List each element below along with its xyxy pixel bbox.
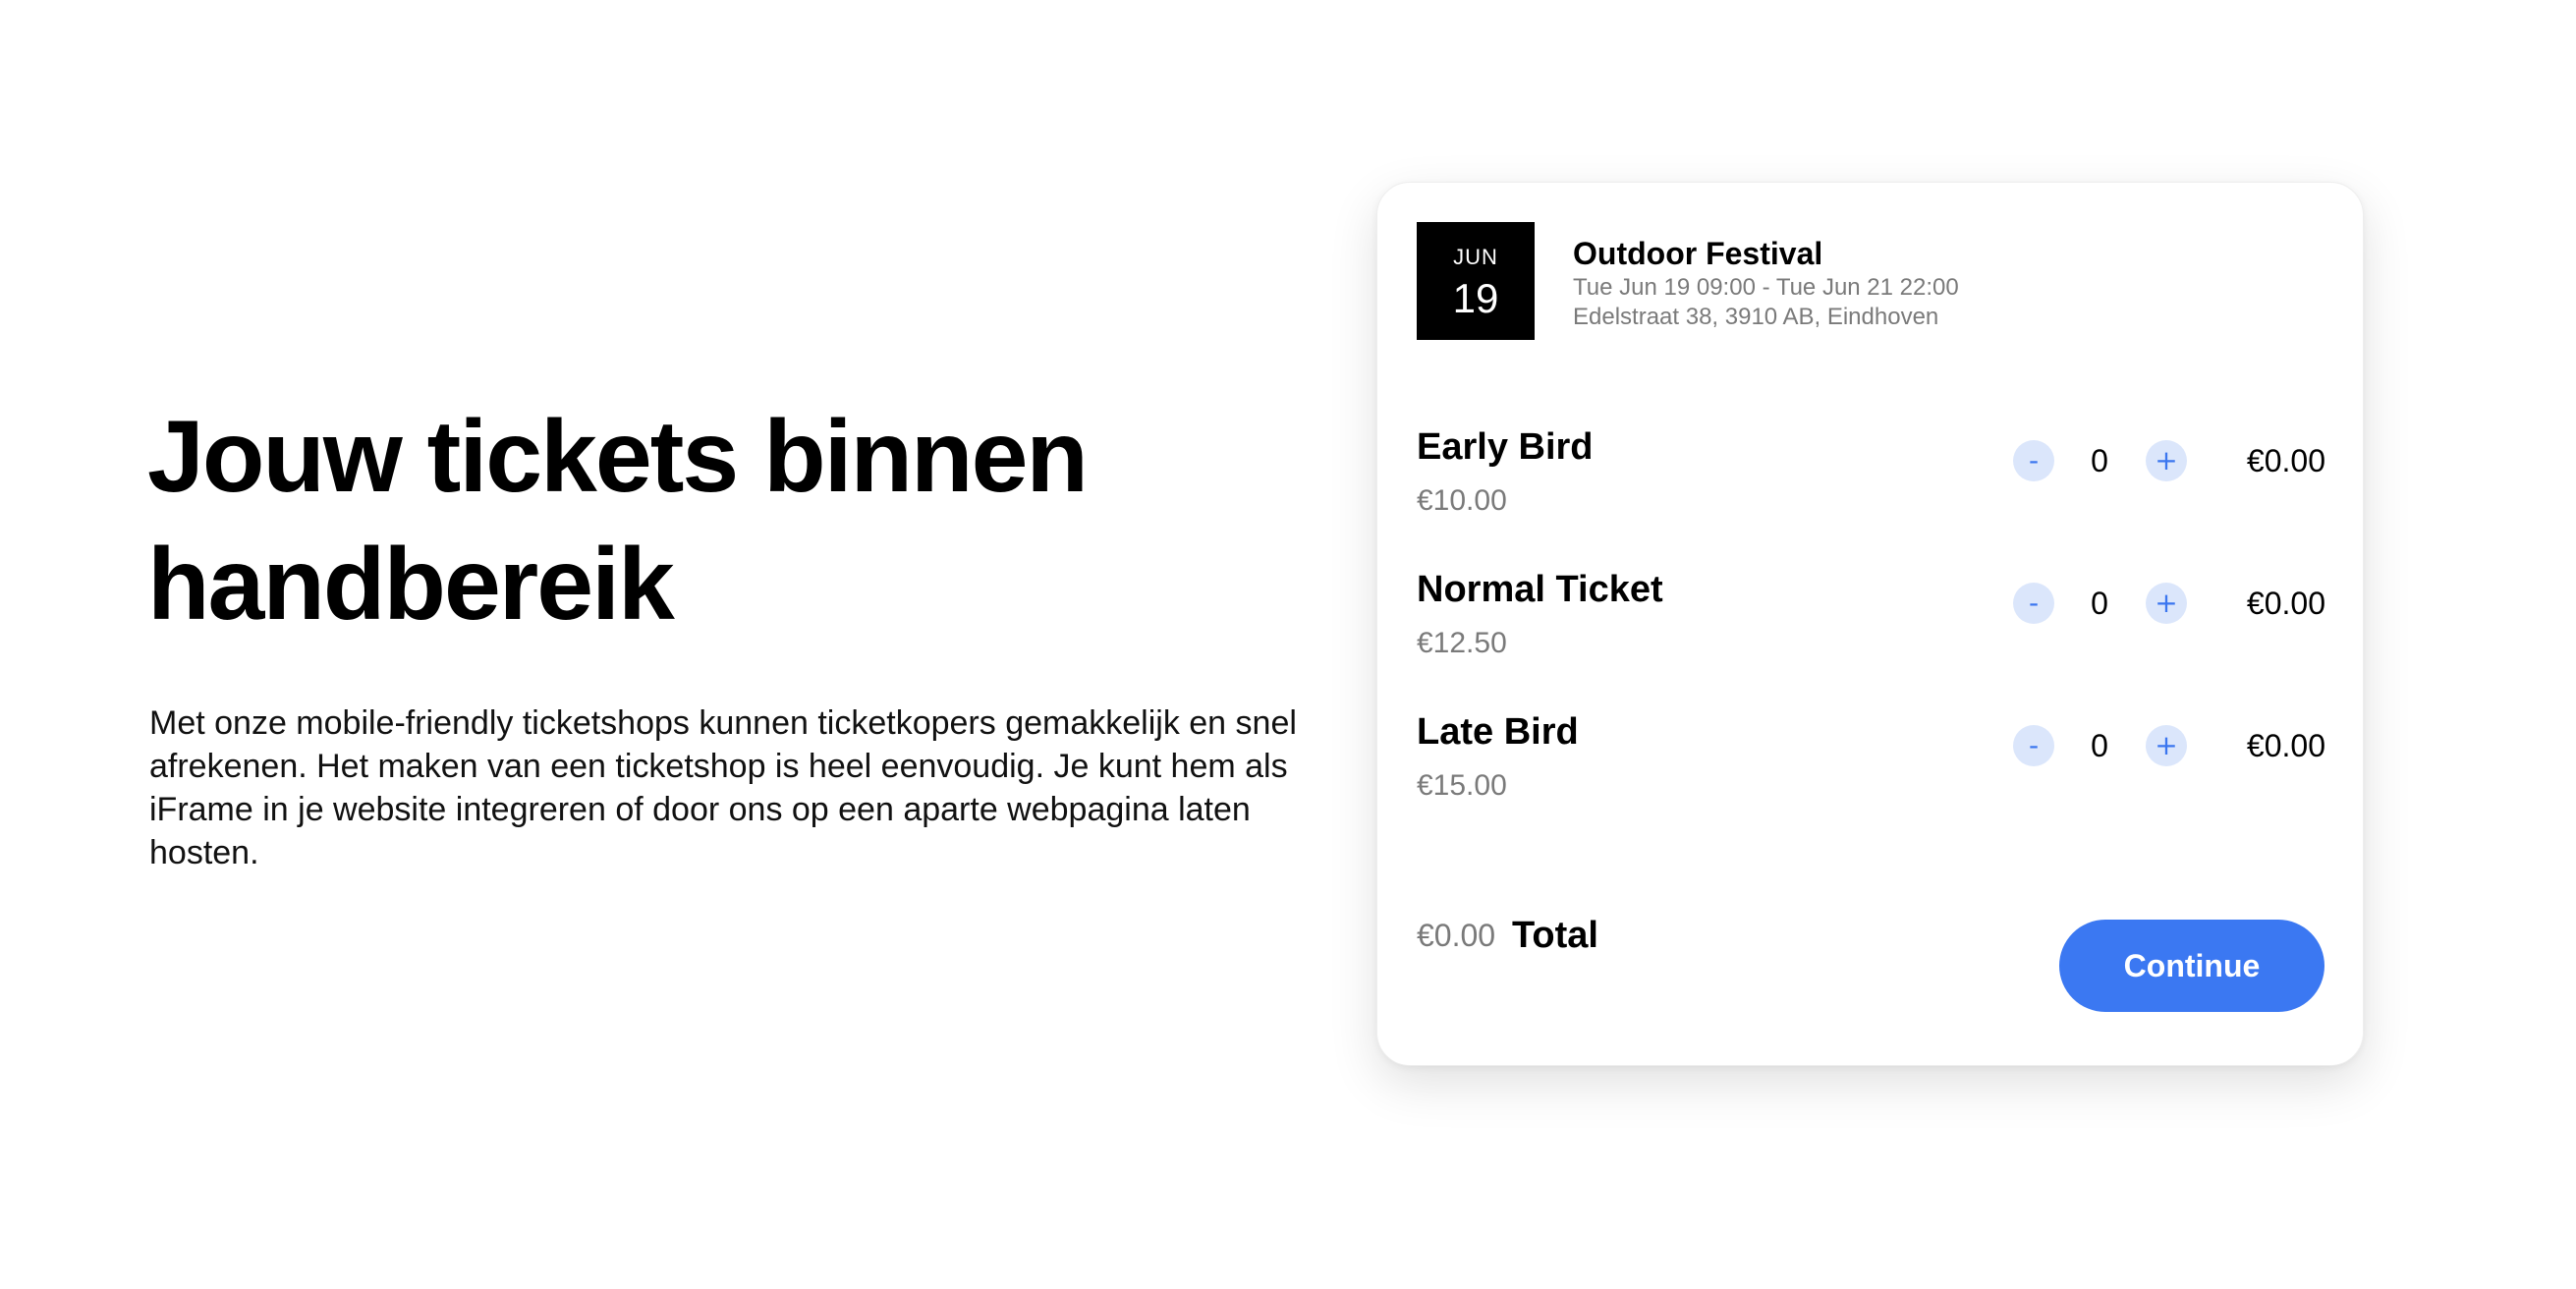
total-label: Total [1512, 915, 1598, 956]
increase-quantity-button[interactable]: + [2146, 725, 2187, 766]
hero-title-line-2: handbereik [147, 528, 675, 642]
event-month: JUN [1453, 245, 1498, 269]
ticket-name: Late Bird [1417, 711, 1579, 753]
event-day: 19 [1452, 275, 1499, 321]
ticket-quantity: 0 [2091, 586, 2108, 621]
hero-description: Met onze mobile-friendly ticketshops kun… [149, 704, 1297, 871]
event-datetime: Tue Jun 19 09:00 - Tue Jun 21 22:00 [1573, 274, 1959, 301]
ticket-price: €10.00 [1417, 484, 1507, 517]
ticket-price: €15.00 [1417, 769, 1507, 802]
increase-quantity-button[interactable]: + [2146, 583, 2187, 624]
hero-title: Jouw tickets binnen handbereik [147, 393, 1228, 648]
ticket-name: Early Bird [1417, 426, 1594, 468]
event-name: Outdoor Festival [1573, 236, 1823, 271]
event-info: Outdoor Festival Tue Jun 19 09:00 - Tue … [1573, 234, 2320, 332]
page: Jouw tickets binnen handbereik Met onze … [0, 0, 2576, 1289]
ticket-name: Normal Ticket [1417, 569, 1663, 610]
event-address: Edelstraat 38, 3910 AB, Eindhoven [1573, 304, 1939, 330]
decrease-quantity-button[interactable]: - [2013, 725, 2054, 766]
event-date-badge: JUN 19 [1417, 222, 1535, 340]
decrease-quantity-button[interactable]: - [2013, 583, 2054, 624]
ticket-row-early-bird: Early Bird €10.00 - 0 + €0.00 [1417, 424, 2325, 532]
ticket-quantity: 0 [2091, 443, 2108, 478]
ticket-price: €12.50 [1417, 627, 1507, 659]
ticket-subtotal: €0.00 [2246, 443, 2325, 478]
hero-title-line-1: Jouw tickets binnen [147, 400, 1089, 514]
continue-button[interactable]: Continue [2059, 920, 2324, 1012]
increase-quantity-button[interactable]: + [2146, 440, 2187, 481]
ticket-row-late-bird: Late Bird €15.00 - 0 + €0.00 [1417, 709, 2325, 817]
total-amount: €0.00 [1417, 918, 1496, 953]
ticket-quantity: 0 [2091, 728, 2108, 763]
ticket-subtotal: €0.00 [2246, 586, 2325, 621]
ticket-subtotal: €0.00 [2246, 728, 2325, 763]
decrease-quantity-button[interactable]: - [2013, 440, 2054, 481]
ticket-row-normal-ticket: Normal Ticket €12.50 - 0 + €0.00 [1417, 567, 2325, 675]
ticket-shop-card: JUN 19 Outdoor Festival Tue Jun 19 09:00… [1376, 182, 2364, 1066]
